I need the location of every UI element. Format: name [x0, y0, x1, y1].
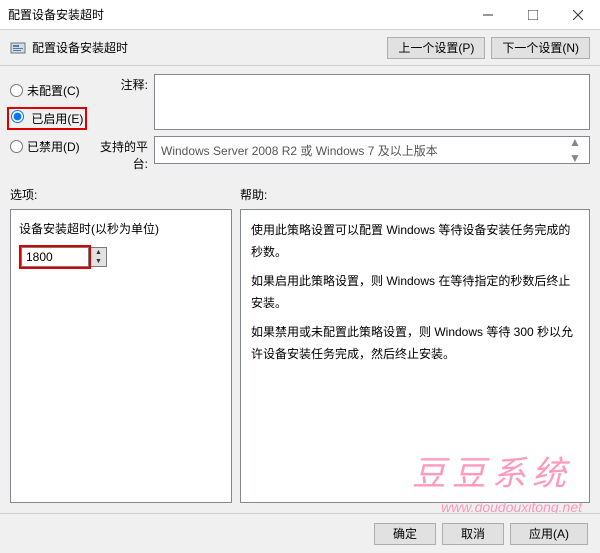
spinner-up-icon[interactable]: ▲	[91, 248, 106, 257]
help-paragraph: 如果禁用或未配置此策略设置，则 Windows 等待 300 秒以允许设备安装任…	[251, 322, 579, 365]
radio-not-configured-input[interactable]	[10, 84, 23, 97]
previous-setting-button[interactable]: 上一个设置(P)	[387, 37, 485, 59]
apply-button[interactable]: 应用(A)	[510, 523, 588, 545]
comment-row: 注释:	[90, 74, 590, 130]
platform-value-box: Windows Server 2008 R2 或 Windows 7 及以上版本…	[154, 136, 590, 164]
help-section-label: 帮助:	[240, 186, 590, 203]
comment-label: 注释:	[90, 74, 154, 93]
help-paragraph: 如果启用此策略设置，则 Windows 在等待指定的秒数后终止安装。	[251, 271, 579, 314]
options-section-label: 选项:	[10, 186, 240, 203]
radio-column: 未配置(C) 已启用(E) 已禁用(D)	[10, 74, 90, 172]
next-setting-button[interactable]: 下一个设置(N)	[491, 37, 590, 59]
policy-title: 配置设备安装超时	[32, 39, 381, 56]
radio-enabled-label: 已启用(E)	[31, 112, 83, 126]
comment-input[interactable]	[154, 74, 590, 130]
platform-row: 支持的平台: Windows Server 2008 R2 或 Windows …	[90, 136, 590, 172]
options-panel: 设备安装超时(以秒为单位) ▲▼	[10, 209, 232, 503]
platform-text: Windows Server 2008 R2 或 Windows 7 及以上版本	[161, 142, 438, 159]
section-labels: 选项: 帮助:	[0, 176, 600, 209]
policy-icon	[10, 40, 26, 56]
platform-scroll[interactable]: ▲▼	[567, 135, 583, 165]
window-title: 配置设备安装超时	[8, 6, 465, 23]
timeout-spinner: ▲▼	[19, 245, 223, 269]
radio-enabled-input[interactable]	[11, 110, 24, 123]
main-row: 设备安装超时(以秒为单位) ▲▼ 使用此策略设置可以配置 Windows 等待设…	[0, 209, 600, 503]
minimize-button[interactable]	[465, 0, 510, 30]
timeout-input[interactable]	[21, 247, 89, 267]
radio-disabled-label: 已禁用(D)	[27, 138, 80, 155]
maximize-button[interactable]	[510, 0, 555, 30]
config-section: 未配置(C) 已启用(E) 已禁用(D) 注释: 支持的平台: Windows …	[0, 66, 600, 176]
titlebar: 配置设备安装超时	[0, 0, 600, 30]
radio-enabled[interactable]: 已启用(E)	[10, 106, 90, 130]
radio-not-configured[interactable]: 未配置(C)	[10, 78, 90, 102]
timeout-label: 设备安装超时(以秒为单位)	[19, 220, 223, 237]
fields-column: 注释: 支持的平台: Windows Server 2008 R2 或 Wind…	[90, 74, 590, 172]
cancel-button[interactable]: 取消	[442, 523, 504, 545]
help-panel: 使用此策略设置可以配置 Windows 等待设备安装任务完成的秒数。 如果启用此…	[240, 209, 590, 503]
radio-disabled[interactable]: 已禁用(D)	[10, 134, 90, 158]
close-button[interactable]	[555, 0, 600, 30]
ok-button[interactable]: 确定	[374, 523, 436, 545]
spinner-down-icon[interactable]: ▼	[91, 257, 106, 266]
header-row: 配置设备安装超时 上一个设置(P) 下一个设置(N)	[0, 30, 600, 66]
footer: 确定 取消 应用(A)	[0, 513, 600, 553]
radio-not-configured-label: 未配置(C)	[27, 82, 80, 99]
radio-disabled-input[interactable]	[10, 140, 23, 153]
spinner-buttons[interactable]: ▲▼	[91, 247, 107, 267]
platform-label: 支持的平台:	[90, 136, 154, 172]
help-paragraph: 使用此策略设置可以配置 Windows 等待设备安装任务完成的秒数。	[251, 220, 579, 263]
